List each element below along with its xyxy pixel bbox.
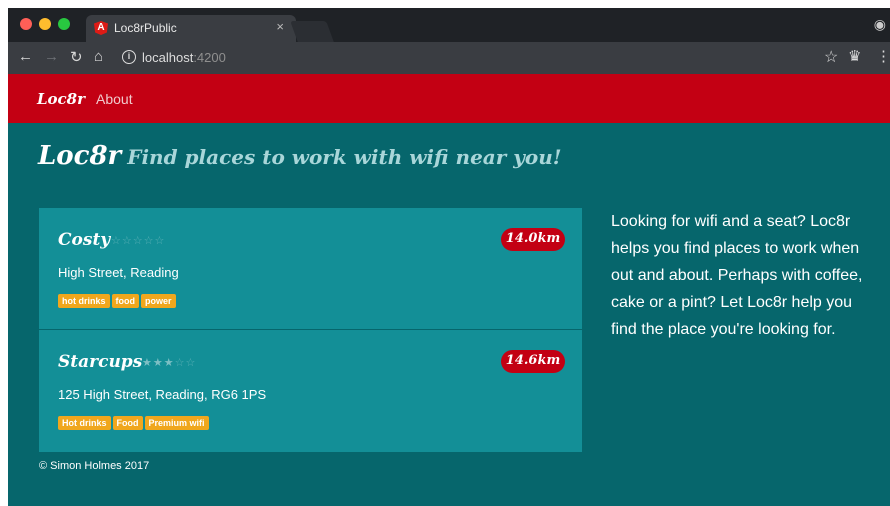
navbar-brand[interactable]: Loc8r — [37, 90, 85, 108]
footer-copyright: © Simon Holmes 2017 — [39, 460, 150, 472]
star-empty-icon: ☆ — [121, 235, 133, 247]
facility-tags: Hot drinks Food Premium wifi — [58, 416, 211, 434]
star-empty-icon: ☆ — [143, 235, 155, 247]
address-bar[interactable]: i localhost:4200 — [118, 47, 854, 69]
facility-tag: Food — [112, 416, 143, 430]
location-card[interactable]: Starcups ★★★☆☆ 14.6km 125 High Street, R… — [39, 330, 582, 452]
location-name-link[interactable]: Starcups — [58, 352, 142, 372]
page-title: Loc8r — [38, 141, 122, 171]
star-empty-icon: ☆ — [132, 235, 144, 247]
facility-tag: food — [111, 294, 140, 308]
browser-window: A Loc8rPublic × ◉ ← → ↻ ⌂ i localhost:42… — [8, 8, 890, 506]
page-header: Loc8r Find places to work with wifi near … — [38, 141, 562, 171]
rating-stars: ☆☆☆☆☆ — [111, 234, 165, 247]
distance-badge: 14.0km — [501, 228, 565, 251]
rating-stars: ★★★☆☆ — [142, 356, 196, 369]
star-empty-icon: ☆ — [154, 235, 166, 247]
star-empty-icon: ☆ — [185, 357, 197, 369]
distance-badge: 14.6km — [501, 350, 565, 373]
nav-link-about[interactable]: About — [96, 91, 133, 107]
star-filled-icon: ★ — [152, 357, 164, 369]
extension-icon[interactable]: ♛ — [848, 47, 861, 65]
star-empty-icon: ☆ — [111, 235, 122, 247]
tab-title: Loc8rPublic — [114, 21, 177, 35]
url-text: localhost:4200 — [142, 50, 226, 65]
facility-tag: hot drinks — [58, 294, 110, 308]
new-tab-button[interactable] — [290, 21, 334, 42]
location-address: 125 High Street, Reading, RG6 1PS — [58, 387, 267, 402]
star-filled-icon: ★ — [142, 357, 153, 369]
home-icon[interactable]: ⌂ — [94, 48, 103, 65]
angular-favicon-icon: A — [94, 21, 108, 35]
maximize-window-button[interactable] — [58, 18, 70, 30]
location-name-link[interactable]: Costy — [58, 230, 110, 250]
incognito-icon: ◉ — [873, 16, 886, 32]
close-window-button[interactable] — [20, 18, 32, 30]
star-empty-icon: ☆ — [174, 357, 186, 369]
site-info-icon[interactable]: i — [122, 50, 136, 64]
minimize-window-button[interactable] — [39, 18, 51, 30]
site-navbar: Loc8r About — [8, 74, 890, 123]
page-tagline: Find places to work with wifi near you! — [127, 145, 562, 169]
location-card[interactable]: Costy ☆☆☆☆☆ 14.0km High Street, Reading … — [39, 208, 582, 329]
browser-toolbar: ← → ↻ ⌂ i localhost:4200 ☆ ♛ ⋮ — [8, 42, 890, 74]
bookmark-star-icon[interactable]: ☆ — [824, 47, 838, 67]
browser-tab[interactable]: A Loc8rPublic × — [86, 15, 296, 42]
tab-close-icon[interactable]: × — [276, 19, 284, 34]
star-filled-icon: ★ — [163, 357, 175, 369]
facility-tag: power — [141, 294, 176, 308]
reload-icon[interactable]: ↻ — [70, 48, 83, 66]
facility-tag: Premium wifi — [144, 416, 209, 430]
browser-menu-icon[interactable]: ⋮ — [876, 47, 890, 65]
forward-icon[interactable]: → — [44, 48, 59, 65]
tab-strip: A Loc8rPublic × ◉ — [8, 8, 890, 42]
facility-tag: Hot drinks — [58, 416, 111, 430]
facility-tags: hot drinks food power — [58, 294, 178, 312]
back-icon[interactable]: ← — [18, 48, 33, 65]
sidebar-description: Looking for wifi and a seat? Loc8r helps… — [611, 213, 863, 338]
location-address: High Street, Reading — [58, 265, 179, 280]
